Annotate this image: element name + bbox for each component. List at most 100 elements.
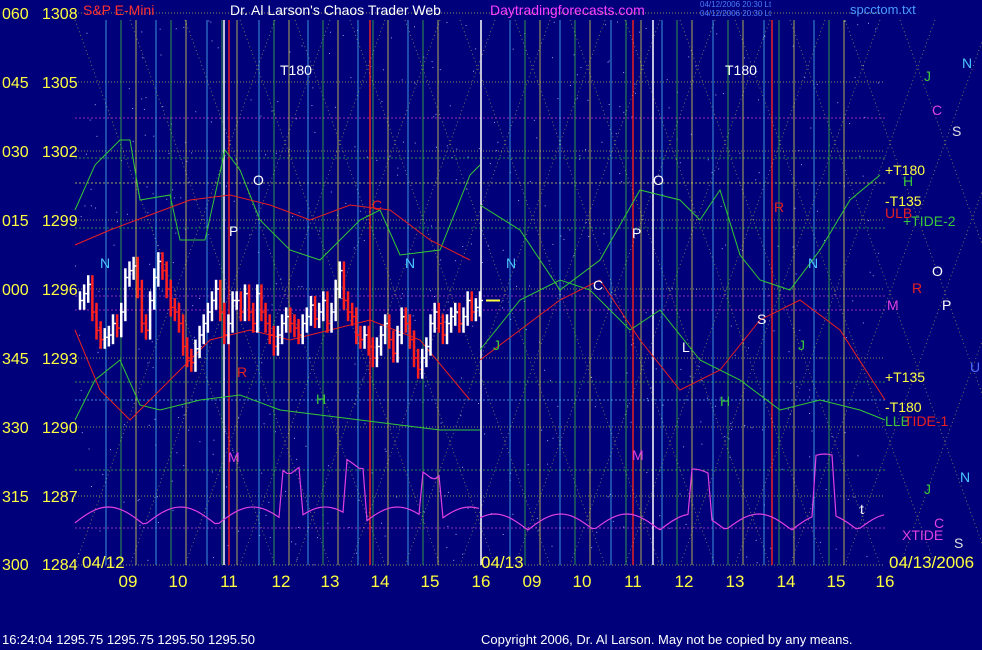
star-dot <box>175 28 177 30</box>
price-tick-label: 1293 <box>42 351 78 368</box>
price-tick-label: 1284 <box>42 557 78 574</box>
star-dot <box>329 52 331 54</box>
star-dot <box>132 140 134 142</box>
star-dot <box>707 159 709 161</box>
star-dot <box>494 121 496 123</box>
star-dot <box>226 486 228 488</box>
star-dot <box>195 111 197 113</box>
star-dot <box>758 172 760 174</box>
star-dot <box>693 211 695 213</box>
star-dot <box>478 148 480 150</box>
star-dot <box>275 283 277 285</box>
star-dot <box>623 71 625 73</box>
star-dot <box>397 174 399 176</box>
chart-title: S&P E-Mini <box>83 2 155 18</box>
star-dot <box>147 212 149 214</box>
star-dot <box>587 99 589 101</box>
star-dot <box>183 26 185 28</box>
star-dot <box>366 156 368 158</box>
star-dot <box>847 498 849 500</box>
star-dot <box>541 429 543 431</box>
star-dot <box>557 405 559 407</box>
star-dot <box>139 524 141 526</box>
star-dot <box>128 88 130 90</box>
star-dot <box>446 145 448 147</box>
right-legend-label: N <box>962 55 972 71</box>
star-dot <box>816 83 818 85</box>
star-dot <box>269 537 271 539</box>
right-legend-label: N <box>960 469 970 485</box>
right-legend-label: S <box>954 535 963 551</box>
star-dot <box>743 57 745 59</box>
price-tick-label: 1296 <box>42 282 78 299</box>
star-dot <box>213 557 215 559</box>
star-dot <box>715 94 717 96</box>
star-dot <box>777 245 779 247</box>
star-dot <box>86 32 88 34</box>
star-dot <box>467 507 469 509</box>
hour-tick-label: 12 <box>675 572 694 591</box>
chart-annotation: S <box>757 311 766 327</box>
star-dot <box>867 220 869 222</box>
star-dot <box>552 437 554 439</box>
star-dot <box>385 450 387 452</box>
star-dot <box>689 375 691 377</box>
star-dot <box>439 69 441 71</box>
star-dot <box>550 380 552 382</box>
chart-annotation: M <box>228 449 240 465</box>
diagonal-line <box>679 19 881 566</box>
star-dot <box>396 496 398 498</box>
star-dot <box>191 152 193 154</box>
star-dot <box>313 564 315 566</box>
date-label: 04/12 <box>82 553 125 572</box>
star-dot <box>397 167 399 169</box>
diagonal-line <box>349 19 551 566</box>
chart-annotation: L <box>682 339 690 355</box>
star-dot <box>132 108 134 110</box>
star-dot <box>872 275 874 277</box>
chart-annotation: O <box>253 172 264 188</box>
star-dot <box>781 468 783 470</box>
star-dot <box>330 191 332 193</box>
star-dot <box>716 33 718 35</box>
star-dot <box>811 430 813 432</box>
star-dot <box>718 168 720 170</box>
star-dot <box>770 547 772 549</box>
star-dot <box>563 238 565 240</box>
star-dot <box>149 263 151 265</box>
star-dot <box>615 133 617 135</box>
chart-annotation: H <box>316 391 326 407</box>
star-dot <box>808 396 810 398</box>
star-dot <box>175 232 177 234</box>
star-dot <box>706 397 708 399</box>
star-dot <box>162 106 164 108</box>
star-dot <box>90 485 92 487</box>
star-dot <box>261 362 263 364</box>
star-dot <box>810 127 812 129</box>
star-dot <box>680 368 682 370</box>
star-dot <box>538 529 540 531</box>
star-dot <box>363 240 365 242</box>
right-legend-label: C <box>932 102 942 118</box>
star-dot <box>746 556 748 558</box>
star-dot <box>260 115 262 117</box>
star-dot <box>444 321 446 323</box>
star-dot <box>138 348 140 350</box>
star-dot <box>198 297 200 299</box>
chart-annotation: C <box>593 277 603 293</box>
star-dot <box>275 152 277 154</box>
star-dot <box>327 522 329 524</box>
star-dot <box>359 210 361 212</box>
diagonal-line <box>624 19 826 566</box>
site-url-link[interactable]: Daytradingforecasts.com <box>490 2 645 18</box>
star-dot <box>634 92 636 94</box>
star-dot <box>183 414 185 416</box>
star-dot <box>679 162 681 164</box>
star-dot <box>846 336 848 338</box>
star-dot <box>85 153 87 155</box>
star-dot <box>844 21 846 23</box>
star-dot <box>603 233 605 235</box>
star-dot <box>685 523 687 525</box>
star-dot <box>552 243 554 245</box>
right-legend-label: M <box>887 297 899 313</box>
